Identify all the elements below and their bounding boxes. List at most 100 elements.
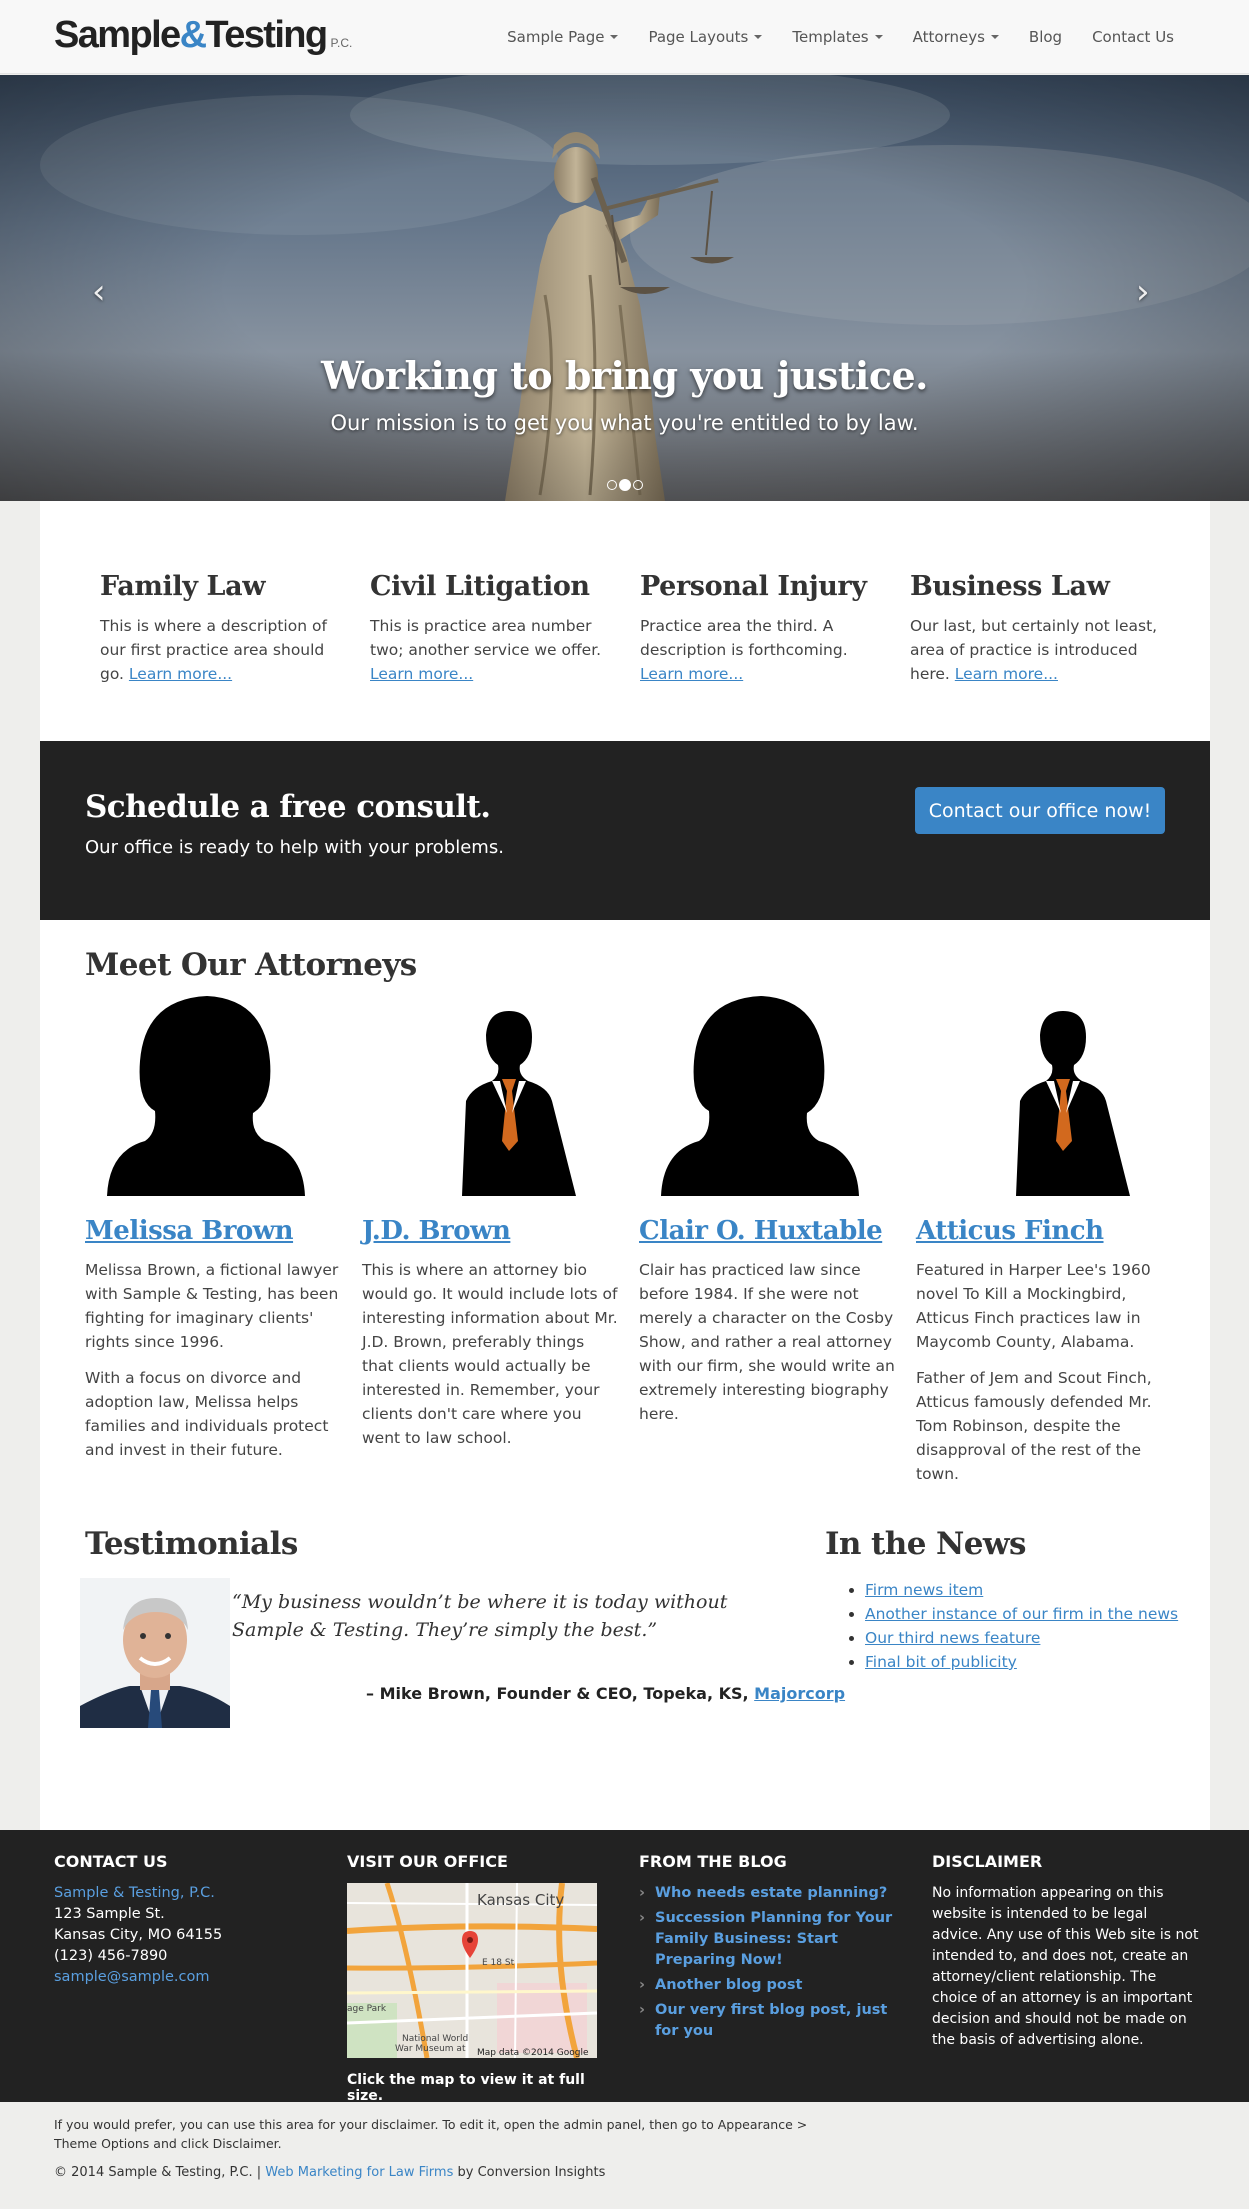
attorney-photo[interactable] (639, 991, 896, 1196)
nav-label: Page Layouts (648, 28, 749, 46)
copyright-text: © 2014 Sample & Testing, P.C. | (54, 2165, 262, 2180)
testimonial-company-link[interactable]: Majorcorp (754, 1684, 845, 1703)
attorney-photo[interactable] (916, 991, 1173, 1196)
carousel-next-button[interactable]: › (1136, 275, 1150, 309)
male-silhouette-icon (462, 1011, 576, 1196)
news-link[interactable]: Final bit of publicity (865, 1653, 1017, 1671)
carousel-indicator-1[interactable] (606, 480, 617, 490)
map-park-label: age Park (347, 2004, 387, 2014)
map-museum-label: National World (402, 2034, 468, 2044)
news-list: Firm news item Another instance of our f… (865, 1578, 1178, 1674)
learn-more-link[interactable]: Learn more... (955, 665, 1058, 683)
blog-post-link[interactable]: Succession Planning for Your Family Busi… (639, 1908, 909, 1971)
news-title: In the News (825, 1526, 1026, 1562)
news-item: Firm news item (865, 1578, 1178, 1602)
nav-label: Blog (1028, 28, 1063, 46)
footer-office: VISIT OUR OFFICE Kansas City E 18 St age… (347, 1852, 617, 2104)
carousel-indicators (0, 479, 1249, 491)
attorney-name-link[interactable]: Melissa Brown (85, 1216, 294, 1246)
news-link[interactable]: Another instance of our firm in the news (865, 1605, 1178, 1623)
copyright: © 2014 Sample & Testing, P.C. | Web Mark… (54, 2165, 605, 2180)
attorney-card: J.D. Brown This is where an attorney bio… (362, 991, 639, 1486)
firm-name-link[interactable]: Sample & Testing, P.C. (54, 1883, 324, 1904)
chevron-down-icon (874, 35, 883, 39)
practice-area-text: Our last, but certainly not least, area … (910, 614, 1158, 686)
navbar: Sample&Testing P.C. Sample Page Page Layo… (0, 0, 1249, 74)
learn-more-link[interactable]: Learn more... (370, 665, 473, 683)
attorney-name: Melissa Brown (85, 1216, 342, 1246)
footer: CONTACT US Sample & Testing, P.C. 123 Sa… (0, 1830, 1249, 2104)
attorney-name: J.D. Brown (362, 1216, 619, 1246)
hero-vignette (0, 75, 1249, 501)
attorney-name-link[interactable]: Clair O. Huxtable (639, 1216, 883, 1246)
nav-item-sample-page[interactable]: Sample Page (492, 28, 633, 46)
contact-office-button[interactable]: Contact our office now! (915, 787, 1165, 834)
testimonial-headshot (80, 1578, 230, 1728)
blog-post-link[interactable]: Who needs estate planning? (639, 1883, 909, 1904)
map-image: Kansas City E 18 St age Park National Wo… (347, 1883, 597, 2058)
blog-post-link[interactable]: Another blog post (639, 1975, 909, 1996)
footer-disclaimer: DISCLAIMER No information appearing on t… (932, 1852, 1202, 2051)
logo-suffix: P.C. (330, 36, 353, 50)
blog-post-link[interactable]: Our very first blog post, just for you (639, 2000, 909, 2042)
carousel-indicator-3[interactable] (632, 480, 643, 490)
learn-more-link[interactable]: Learn more... (640, 665, 743, 683)
attorney-name-link[interactable]: J.D. Brown (362, 1216, 511, 1246)
practice-area-text: This is practice area number two; anothe… (370, 614, 618, 686)
attorney-name-link[interactable]: Atticus Finch (916, 1216, 1104, 1246)
practice-area-description: Practice area the third. A description i… (640, 617, 848, 659)
attorneys-list: Melissa Brown Melissa Brown, a fictional… (85, 991, 1165, 1486)
main-content: Family Law This is where a description o… (40, 501, 1210, 1830)
news-item: Final bit of publicity (865, 1650, 1178, 1674)
hero-title: Working to bring you justice. (321, 353, 928, 398)
nav-label: Templates (792, 28, 869, 46)
attorney-bio: Clair has practiced law since before 198… (639, 1261, 895, 1423)
female-silhouette-icon (661, 996, 859, 1196)
practice-area-title: Family Law (100, 571, 266, 602)
footer-contact-title: CONTACT US (54, 1852, 168, 1871)
nav-item-templates[interactable]: Templates (777, 28, 897, 46)
attorney-bio: Father of Jem and Scout Finch, Atticus f… (916, 1369, 1152, 1483)
testimonials-title: Testimonials (85, 1526, 298, 1562)
chevron-down-icon (754, 35, 763, 39)
site-logo[interactable]: Sample&Testing P.C. (54, 16, 352, 54)
practice-area-family-law: Family Law This is where a description o… (100, 571, 370, 686)
nav-item-blog[interactable]: Blog (1014, 28, 1077, 46)
practice-area-text: Practice area the third. A description i… (640, 614, 888, 686)
nav-item-page-layouts[interactable]: Page Layouts (633, 28, 777, 46)
practice-area-description: This is practice area number two; anothe… (370, 617, 602, 659)
carousel-indicator-2[interactable] (618, 479, 631, 491)
chevron-down-icon (990, 35, 999, 39)
learn-more-link[interactable]: Learn more... (129, 665, 232, 683)
email-link[interactable]: sample@sample.com (54, 1967, 324, 1988)
nav-item-contact-us[interactable]: Contact Us (1077, 28, 1189, 46)
nav-item-attorneys[interactable]: Attorneys (898, 28, 1014, 46)
attorney-bio: This is where an attorney bio would go. … (362, 1261, 618, 1447)
attorney-photo[interactable] (85, 991, 342, 1196)
blog-list: Who needs estate planning? Succession Pl… (639, 1883, 909, 2042)
chevron-right-icon: › (1136, 272, 1150, 312)
attorney-bio: With a focus on divorce and adoption law… (85, 1369, 329, 1459)
city-address: Kansas City, MO 64155 (54, 1927, 223, 1943)
news-link[interactable]: Our third news feature (865, 1629, 1040, 1647)
nav-label: Sample Page (507, 28, 605, 46)
attorney-card: Atticus Finch Featured in Harper Lee's 1… (916, 991, 1193, 1486)
news-item: Our third news feature (865, 1626, 1178, 1650)
attorney-name: Clair O. Huxtable (639, 1216, 896, 1246)
footer-blog: FROM THE BLOG Who needs estate planning?… (639, 1852, 909, 2046)
carousel-prev-button[interactable]: ‹ (92, 275, 106, 309)
web-marketing-link[interactable]: Web Marketing for Law Firms (265, 2165, 453, 2180)
footer-blog-title: FROM THE BLOG (639, 1852, 787, 1871)
logo-ampersand: & (179, 14, 207, 56)
consult-subtitle: Our office is ready to help with your pr… (85, 837, 504, 858)
chevron-down-icon (610, 35, 619, 39)
attorney-bio: Featured in Harper Lee's 1960 novel To K… (916, 1261, 1151, 1351)
practice-area-personal-injury: Personal Injury Practice area the third.… (640, 571, 910, 686)
footer-disclaimer-title: DISCLAIMER (932, 1852, 1043, 1871)
hero-carousel: ‹ › Working to bring you justice. Our mi… (0, 75, 1249, 501)
office-map[interactable]: Kansas City E 18 St age Park National Wo… (347, 1883, 597, 2058)
portrait-image (80, 1578, 230, 1728)
attorney-photo[interactable] (362, 991, 619, 1196)
testimonial-quote: “My business wouldn’t be where it is tod… (232, 1591, 728, 1641)
news-link[interactable]: Firm news item (865, 1581, 983, 1599)
